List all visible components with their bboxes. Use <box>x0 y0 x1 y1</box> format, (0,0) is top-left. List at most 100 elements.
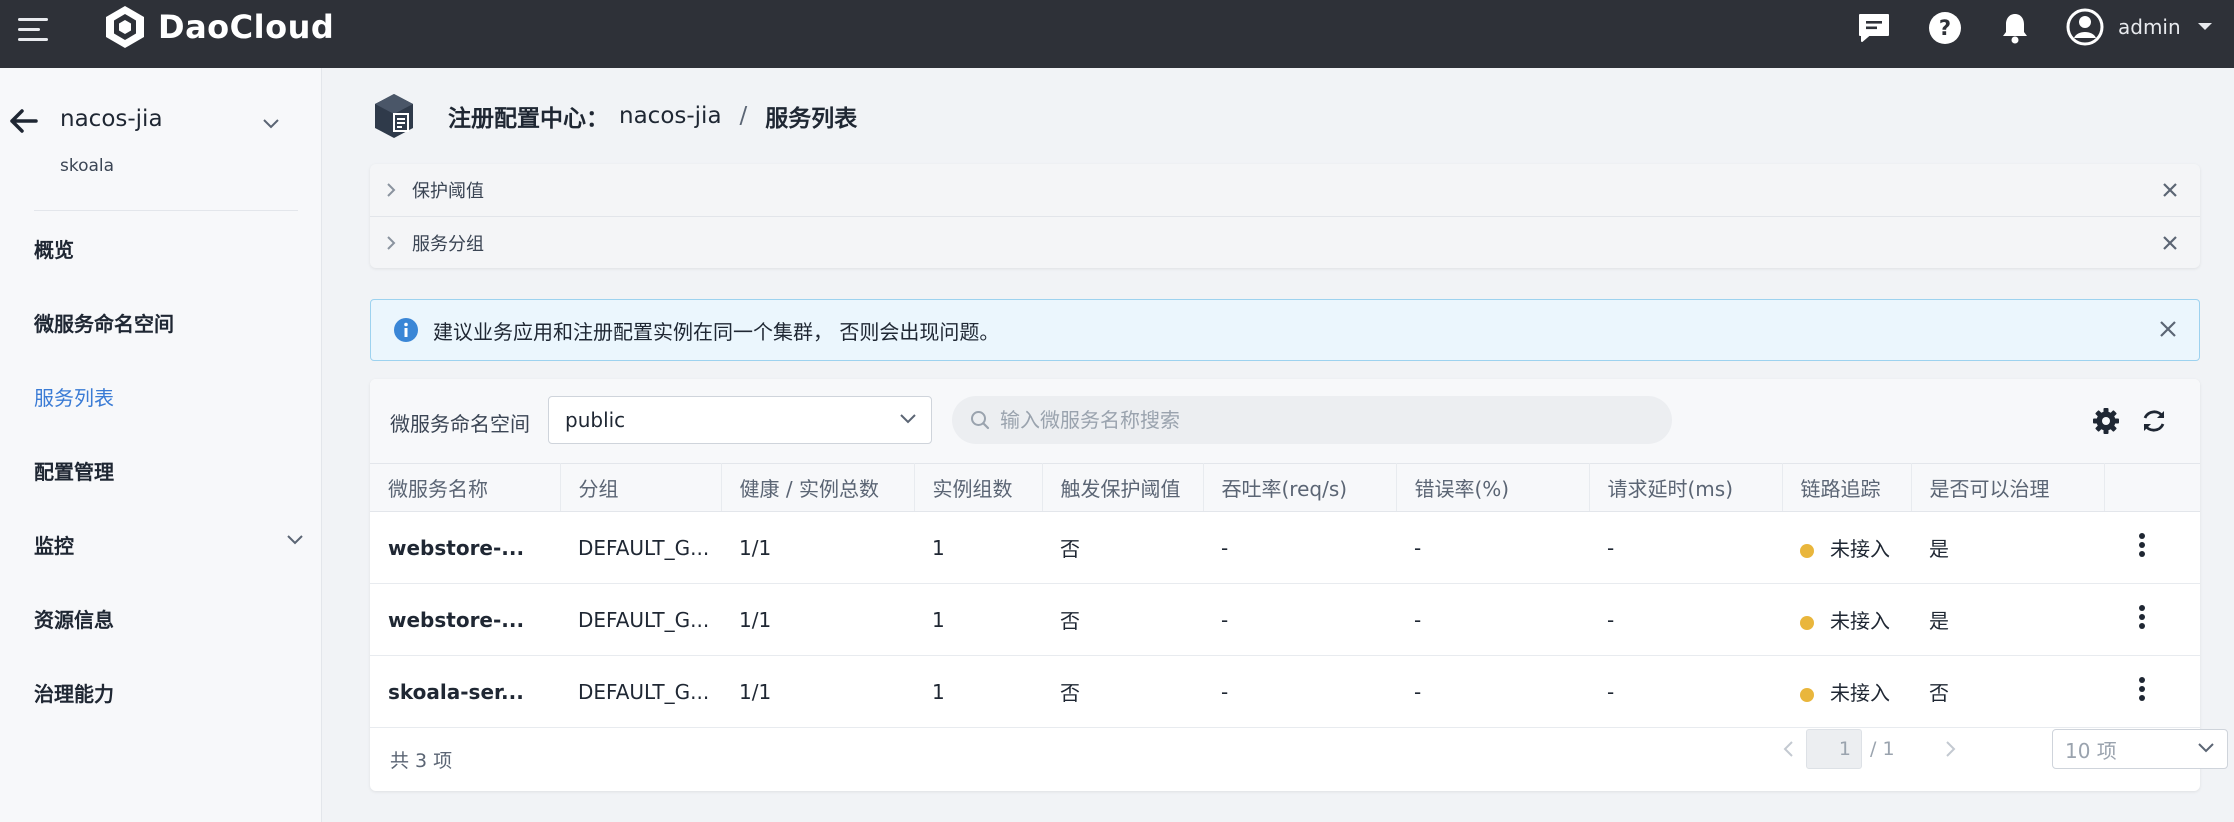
cell-actions <box>2104 655 2200 728</box>
svg-text:?: ? <box>1939 16 1951 40</box>
sidebar-item-config[interactable]: 配置管理 <box>34 456 304 485</box>
table-row[interactable]: webstore-... DEFAULT_G... 1/1 1 否 - - - … <box>370 583 2200 656</box>
status-dot <box>1800 615 1814 630</box>
column-header-actions <box>2104 463 2200 512</box>
cell-instance-groups: 1 <box>914 655 1042 728</box>
next-page-icon[interactable] <box>1945 740 1957 758</box>
refresh-icon[interactable] <box>2140 407 2168 435</box>
column-header[interactable]: 是否可以治理 <box>1911 463 2105 512</box>
more-actions-icon[interactable] <box>2138 604 2146 630</box>
info-alert: 建议业务应用和注册配置实例在同一个集群， 否则会出现问题。 <box>370 299 2200 361</box>
status-dot <box>1800 543 1814 558</box>
table-header-row: 微服务名称 分组 健康 / 实例总数 实例组数 触发保护阈值 吞吐率(req/s… <box>370 463 2200 512</box>
service-name-link[interactable]: webstore-... <box>370 583 560 656</box>
sidebar-item-monitoring[interactable]: 监控 <box>34 530 304 559</box>
cell-health: 1/1 <box>721 655 914 728</box>
cell-governable: 否 <box>1911 655 2104 728</box>
service-name-link[interactable]: skoala-ser... <box>370 655 560 728</box>
cell-group: DEFAULT_G... <box>560 511 721 584</box>
cell-latency: - <box>1589 511 1782 584</box>
cell-throughput: - <box>1203 511 1396 584</box>
cell-instance-groups: 1 <box>914 583 1042 656</box>
help-icon[interactable]: ? <box>1927 10 1963 46</box>
table-row[interactable]: skoala-ser... DEFAULT_G... 1/1 1 否 - - -… <box>370 655 2200 728</box>
namespace-select[interactable]: public <box>548 396 932 444</box>
collapse-service-groups[interactable]: 服务分组 <box>370 216 2200 268</box>
close-icon[interactable] <box>2162 235 2178 251</box>
workspace-subtitle: skoala <box>60 156 115 176</box>
cell-actions <box>2104 583 2200 656</box>
cell-instance-groups: 1 <box>914 511 1042 584</box>
column-header[interactable]: 微服务名称 <box>370 463 561 512</box>
cell-group: DEFAULT_G... <box>560 655 721 728</box>
service-list-card: 微服务命名空间 public 输入微服务名称搜索 微服务名称 分组 健康 / 实… <box>370 379 2228 791</box>
search-input[interactable] <box>1000 408 1640 432</box>
cell-group: DEFAULT_G... <box>560 583 721 656</box>
sidebar-item-service-list[interactable]: 服务列表 <box>34 382 304 411</box>
menu-icon[interactable] <box>18 18 48 42</box>
service-table: 微服务名称 分组 健康 / 实例总数 实例组数 触发保护阈值 吞吐率(req/s… <box>370 463 2200 728</box>
search-icon <box>971 411 990 430</box>
more-actions-icon[interactable] <box>2138 532 2146 558</box>
cell-actions <box>2104 511 2200 584</box>
column-header[interactable]: 分组 <box>560 463 722 512</box>
page-number-input[interactable] <box>1806 729 1862 769</box>
user-name: admin <box>2118 15 2181 39</box>
cell-protection: 否 <box>1042 511 1203 584</box>
cell-governable: 是 <box>1911 511 2104 584</box>
column-header[interactable]: 错误率(%) <box>1396 463 1590 512</box>
user-menu[interactable]: admin <box>2066 8 2213 46</box>
column-header[interactable]: 健康 / 实例总数 <box>721 463 915 512</box>
search-box <box>952 396 1672 444</box>
registry-cube-icon <box>375 94 413 138</box>
main-content: 注册配置中心： nacos-jia / 服务列表 保护阈值 服务分组 建议业务应… <box>322 68 2234 822</box>
more-actions-icon[interactable] <box>2138 676 2146 702</box>
chevron-right-icon <box>387 183 396 197</box>
collapse-protection-threshold[interactable]: 保护阈值 <box>370 164 2200 216</box>
pagination: / 1 <box>1782 729 1957 769</box>
workspace-switch-chevron-icon[interactable] <box>262 114 280 133</box>
sidebar-item-resources[interactable]: 资源信息 <box>34 604 304 633</box>
sidebar-item-overview[interactable]: 概览 <box>34 234 304 263</box>
table-row[interactable]: webstore-... DEFAULT_G... 1/1 1 否 - - - … <box>370 511 2200 584</box>
chevron-down-icon <box>287 535 303 545</box>
sidebar-item-namespaces[interactable]: 微服务命名空间 <box>34 308 304 337</box>
message-icon[interactable] <box>1856 10 1892 46</box>
prev-page-icon[interactable] <box>1782 740 1794 758</box>
info-icon <box>394 318 418 342</box>
cell-throughput: - <box>1203 655 1396 728</box>
top-bar: DaoCloud ? admin <box>0 0 2234 68</box>
breadcrumb-root[interactable]: 注册配置中心： <box>448 99 609 133</box>
gear-icon[interactable] <box>2092 407 2120 435</box>
alert-message: 建议业务应用和注册配置实例在同一个集群， 否则会出现问题。 <box>433 319 1000 344</box>
cell-protection: 否 <box>1042 583 1203 656</box>
sidebar-item-governance[interactable]: 治理能力 <box>34 678 304 707</box>
bell-icon[interactable] <box>1997 10 2033 46</box>
chevron-down-icon <box>2198 743 2214 753</box>
breadcrumb: 注册配置中心： nacos-jia / 服务列表 <box>372 92 857 140</box>
chevron-right-icon <box>387 235 396 250</box>
cell-tracing: 未接入 <box>1782 583 1911 656</box>
column-header[interactable]: 触发保护阈值 <box>1042 463 1204 512</box>
back-arrow-icon[interactable] <box>8 108 38 138</box>
status-dot <box>1800 687 1814 702</box>
cell-health: 1/1 <box>721 583 914 656</box>
column-header[interactable]: 吞吐率(req/s) <box>1203 463 1397 512</box>
user-avatar-icon <box>2066 8 2104 46</box>
close-icon[interactable] <box>2162 182 2178 198</box>
service-name-link[interactable]: webstore-... <box>370 511 560 584</box>
column-header[interactable]: 实例组数 <box>914 463 1043 512</box>
page-size-select[interactable]: 10 项 <box>2052 729 2228 769</box>
column-header[interactable]: 请求延时(ms) <box>1589 463 1783 512</box>
brand-logo[interactable]: DaoCloud <box>102 4 334 50</box>
sidebar: nacos-jia skoala 概览 微服务命名空间 服务列表 配置管理 监控… <box>0 68 322 822</box>
cell-latency: - <box>1589 583 1782 656</box>
cell-error-rate: - <box>1396 655 1589 728</box>
breadcrumb-instance[interactable]: nacos-jia <box>619 103 722 129</box>
chevron-down-icon <box>2197 23 2212 30</box>
close-icon[interactable] <box>2159 320 2177 338</box>
cell-latency: - <box>1589 655 1782 728</box>
cell-protection: 否 <box>1042 655 1203 728</box>
column-header[interactable]: 链路追踪 <box>1782 463 1912 512</box>
breadcrumb-separator: / <box>739 103 748 129</box>
